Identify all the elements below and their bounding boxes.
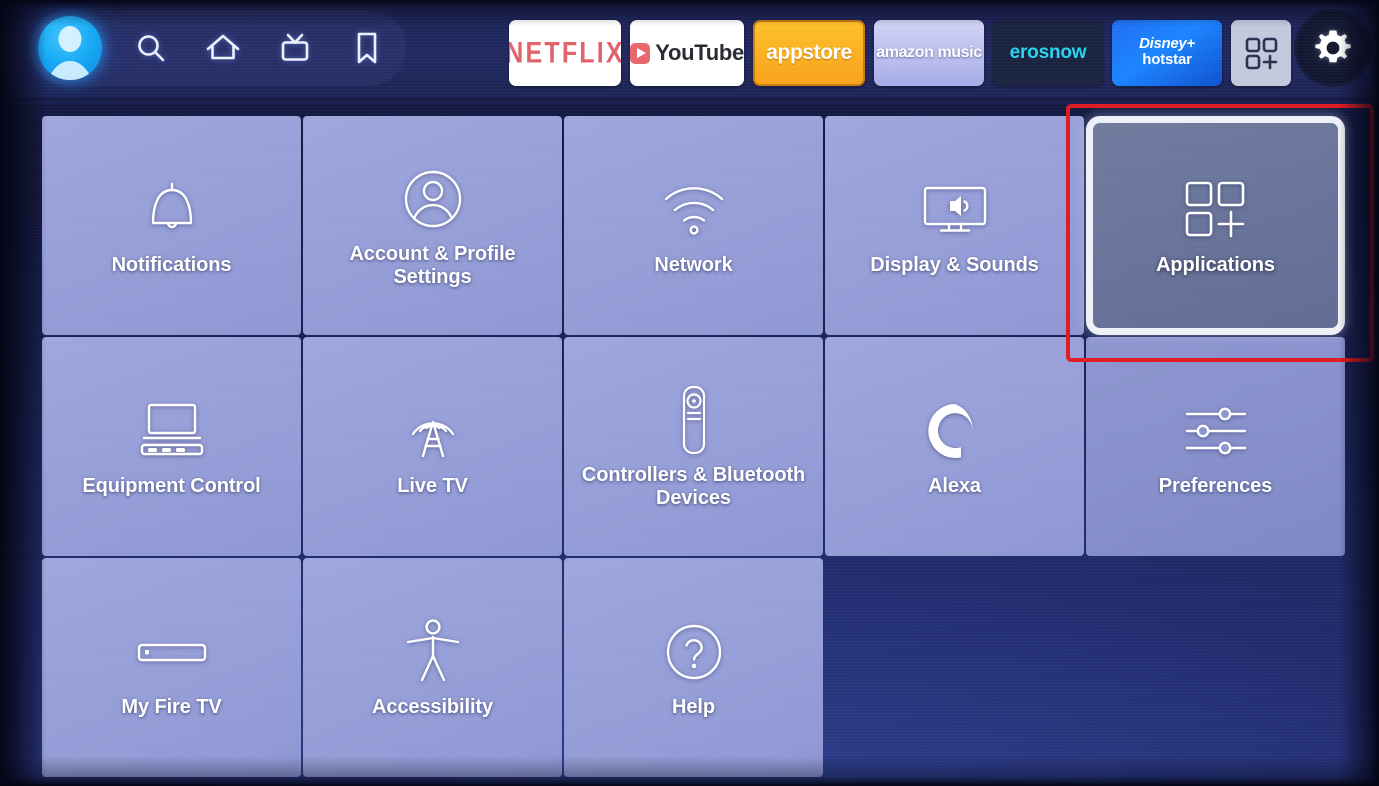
bookmark-icon[interactable] [344, 25, 390, 71]
sliders-icon [1098, 393, 1333, 469]
gear-icon [1315, 30, 1351, 63]
settings-tile-accessibility[interactable]: Accessibility [303, 558, 562, 777]
accessibility-icon [315, 614, 550, 690]
settings-tile-account-profile[interactable]: Account & Profile Settings [303, 116, 562, 335]
settings-tile-label: Preferences [1158, 475, 1273, 498]
youtube-app[interactable]: YouTube [630, 20, 744, 86]
youtube-app-label: YouTube [655, 40, 744, 65]
erosnow-app[interactable]: erosnow [993, 20, 1103, 86]
top-navigation-bar: NETFLIX YouTube appstore amazon music er… [0, 0, 1379, 104]
fire-tv-stick-icon [54, 614, 289, 690]
erosnow-app-label: erosnow [1009, 42, 1087, 63]
live-tv-icon[interactable] [272, 25, 318, 71]
profile-avatar[interactable] [38, 16, 102, 80]
netflix-app[interactable]: NETFLIX [509, 20, 621, 86]
settings-tile-label: Network [654, 254, 733, 277]
home-icon[interactable] [200, 25, 246, 71]
avatar-head [58, 26, 82, 52]
alexa-ring-icon [837, 393, 1072, 469]
app-grid-icon [1105, 172, 1326, 248]
disney-hotstar-app[interactable]: Disney+ hotstar [1112, 20, 1222, 86]
antenna-icon [315, 393, 550, 469]
settings-tile-label: My Fire TV [121, 696, 222, 719]
settings-tile-preferences[interactable]: Preferences [1086, 337, 1345, 556]
avatar-body [45, 61, 95, 80]
settings-tile-display-sounds[interactable]: Display & Sounds [825, 116, 1084, 335]
display-audio-icon [837, 172, 1072, 248]
wifi-icon [576, 172, 811, 248]
settings-tile-label: Live TV [397, 475, 468, 498]
amazon-music-app[interactable]: amazon music [874, 20, 984, 86]
settings-tile-label: Alexa [928, 475, 981, 498]
settings-tile-network[interactable]: Network [564, 116, 823, 335]
settings-tile-live-tv[interactable]: Live TV [303, 337, 562, 556]
amazon-music-app-label: amazon music [876, 44, 982, 61]
fire-tv-settings-screen: NETFLIX YouTube appstore amazon music er… [0, 0, 1379, 786]
settings-tile-label: Display & Sounds [870, 254, 1039, 277]
settings-tile-help[interactable]: Help [564, 558, 823, 777]
settings-tile-label: Notifications [111, 254, 232, 277]
appstore-app-label: appstore [766, 41, 852, 64]
disney-plus-label: Disney+ [1139, 35, 1195, 53]
search-icon[interactable] [128, 25, 174, 71]
settings-tile-notifications[interactable]: Notifications [42, 116, 301, 335]
youtube-play-icon [630, 42, 651, 64]
settings-tile-my-fire-tv[interactable]: My Fire TV [42, 558, 301, 777]
question-circle-icon [576, 614, 811, 690]
all-apps-button[interactable] [1231, 20, 1291, 86]
monitor-keyboard-icon [54, 393, 289, 469]
app-shortcut-row: NETFLIX YouTube appstore amazon music er… [509, 20, 1291, 86]
netflix-app-label: NETFLIX [509, 35, 621, 69]
settings-tile-label: Controllers & Bluetooth Devices [581, 464, 806, 509]
settings-tile-grid: Notifications Account & Profile Settings [42, 116, 1345, 777]
settings-gear-button[interactable] [1297, 12, 1369, 84]
person-circle-icon [315, 161, 550, 237]
hotstar-label: hotstar [1142, 51, 1192, 69]
settings-tile-applications[interactable]: Applications [1086, 116, 1345, 335]
settings-tile-label: Account & Profile Settings [349, 243, 516, 288]
left-nav-group [30, 10, 406, 86]
settings-tile-label: Applications [1156, 254, 1275, 277]
settings-tile-controllers-bluetooth[interactable]: Controllers & Bluetooth Devices [564, 337, 823, 556]
settings-tile-alexa[interactable]: Alexa [825, 337, 1084, 556]
appstore-app[interactable]: appstore [753, 20, 865, 86]
settings-tile-label: Equipment Control [82, 475, 261, 498]
bell-icon [54, 172, 289, 248]
settings-tile-equipment-control[interactable]: Equipment Control [42, 337, 301, 556]
settings-tile-label: Help [672, 696, 715, 719]
remote-control-icon [576, 382, 811, 458]
settings-tile-label: Accessibility [372, 696, 493, 719]
